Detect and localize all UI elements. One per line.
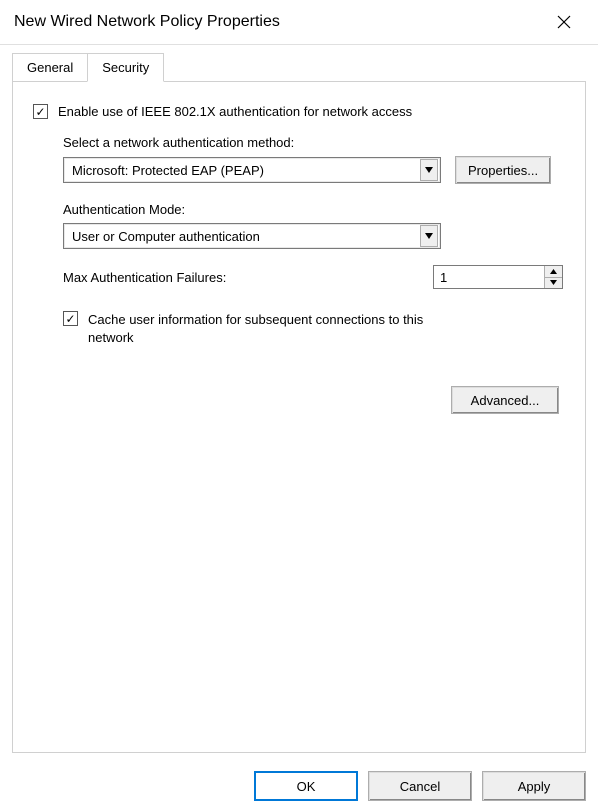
tab-general[interactable]: General <box>12 53 88 82</box>
dialog-footer: OK Cancel Apply <box>254 771 586 801</box>
content-area: General Security Enable use of IEEE 802.… <box>0 45 598 765</box>
max-auth-fail-value: 1 <box>434 266 544 288</box>
spinner-down-button[interactable] <box>544 277 562 289</box>
spinner-up-button[interactable] <box>544 266 562 277</box>
tab-security[interactable]: Security <box>87 53 164 82</box>
apply-button[interactable]: Apply <box>482 771 586 801</box>
properties-button[interactable]: Properties... <box>455 156 551 184</box>
auth-mode-row: User or Computer authentication <box>63 223 565 249</box>
titlebar: New Wired Network Policy Properties <box>0 0 598 45</box>
tab-panel-security: Enable use of IEEE 802.1X authentication… <box>12 81 586 753</box>
close-icon <box>557 15 571 29</box>
auth-method-value: Microsoft: Protected EAP (PEAP) <box>72 163 264 178</box>
enable-8021x-checkbox[interactable] <box>33 104 48 119</box>
chevron-down-icon <box>550 280 557 285</box>
cache-checkbox[interactable] <box>63 311 78 326</box>
max-auth-fail-label: Max Authentication Failures: <box>63 270 226 285</box>
tabs: General Security <box>12 53 586 81</box>
enable-8021x-label: Enable use of IEEE 802.1X authentication… <box>58 104 412 119</box>
window-title: New Wired Network Policy Properties <box>14 13 280 31</box>
spinner-buttons <box>544 266 562 288</box>
cancel-button[interactable]: Cancel <box>368 771 472 801</box>
auth-mode-value: User or Computer authentication <box>72 229 260 244</box>
auth-mode-label: Authentication Mode: <box>63 202 565 217</box>
close-button[interactable] <box>544 7 584 37</box>
chevron-down-icon <box>420 225 438 247</box>
chevron-up-icon <box>550 269 557 274</box>
ok-button[interactable]: OK <box>254 771 358 801</box>
advanced-row: Advanced... <box>33 386 565 414</box>
auth-method-section: Select a network authentication method: … <box>63 135 565 289</box>
max-auth-fail-spinner[interactable]: 1 <box>433 265 563 289</box>
cache-label: Cache user information for subsequent co… <box>88 311 458 346</box>
enable-8021x-row: Enable use of IEEE 802.1X authentication… <box>33 104 565 119</box>
auth-method-label: Select a network authentication method: <box>63 135 565 150</box>
advanced-button[interactable]: Advanced... <box>451 386 559 414</box>
auth-method-row: Microsoft: Protected EAP (PEAP) Properti… <box>63 156 565 184</box>
cache-row: Cache user information for subsequent co… <box>63 311 565 346</box>
max-auth-fail-row: Max Authentication Failures: 1 <box>63 265 563 289</box>
auth-mode-dropdown[interactable]: User or Computer authentication <box>63 223 441 249</box>
chevron-down-icon <box>420 159 438 181</box>
auth-method-dropdown[interactable]: Microsoft: Protected EAP (PEAP) <box>63 157 441 183</box>
